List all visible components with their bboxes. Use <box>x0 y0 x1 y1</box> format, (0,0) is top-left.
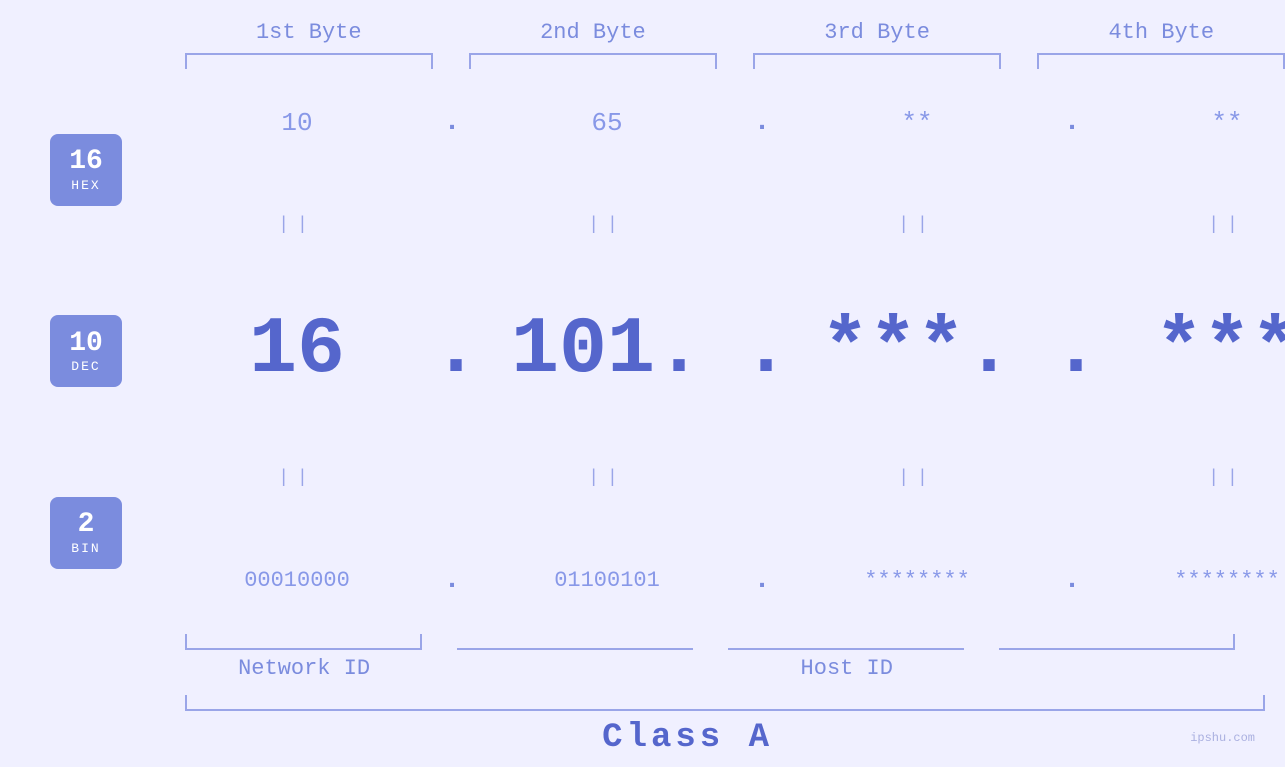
dec-b1: 16 <box>162 311 432 391</box>
hex-row: 10 . 65 . ** . ** <box>162 107 1285 138</box>
bin-badge-label: BIN <box>71 541 100 556</box>
dec-b4: *** <box>1092 311 1285 391</box>
byte-headers: 1st Byte 2nd Byte 3rd Byte 4th Byte <box>0 0 1285 45</box>
dec-b2: 101. <box>472 311 742 391</box>
hex-b3: ** <box>782 108 1052 138</box>
host-id-label: Host ID <box>459 656 1235 681</box>
byte1-header: 1st Byte <box>185 20 433 45</box>
hex-badge: 16 HEX <box>50 134 122 206</box>
bin-dot2: . <box>742 565 782 596</box>
bin-b2: 01100101 <box>472 568 742 593</box>
byte2-header: 2nd Byte <box>469 20 717 45</box>
bin-badge-num: 2 <box>78 510 95 541</box>
bottom-bracket-hostid <box>999 634 1235 650</box>
hex-b4: ** <box>1092 108 1285 138</box>
bin-b3: ******** <box>782 568 1052 593</box>
class-bracket <box>185 695 1265 711</box>
class-bracket-container <box>185 695 1235 711</box>
bracket-byte4 <box>1037 53 1285 69</box>
byte4-header: 4th Byte <box>1038 20 1285 45</box>
main-layout: 1st Byte 2nd Byte 3rd Byte 4th Byte 16 H… <box>0 0 1285 767</box>
badges-column: 16 HEX 10 DEC 2 BIN <box>50 69 122 634</box>
bracket-byte3 <box>753 53 1001 69</box>
bin-b1: 00010000 <box>162 568 432 593</box>
bin-dot1: . <box>432 565 472 596</box>
dec-row: 16 . 101. . ***. . *** <box>162 311 1285 391</box>
bin-badge: 2 BIN <box>50 497 122 569</box>
network-id-label: Network ID <box>185 656 423 681</box>
dec-badge: 10 DEC <box>50 315 122 387</box>
byte3-header: 3rd Byte <box>753 20 1001 45</box>
bottom-bracket-networkid <box>185 634 422 650</box>
bracket-byte2 <box>469 53 717 69</box>
dec-b3: ***. <box>782 311 1052 391</box>
bottom-labels: Network ID Host ID <box>185 656 1235 681</box>
bracket-byte1 <box>185 53 433 69</box>
hex-b1: 10 <box>162 108 432 138</box>
data-rows: 10 . 65 . ** . ** || || || || 16 <box>122 69 1285 634</box>
par-row-2: || || || || <box>162 468 1285 488</box>
hex-dot1: . <box>432 107 472 138</box>
class-label-row: Class A ipshu.com <box>185 719 1265 767</box>
hex-dot2: . <box>742 107 782 138</box>
dec-badge-num: 10 <box>69 329 103 360</box>
bin-dot3: . <box>1052 565 1092 596</box>
bin-row: 00010000 . 01100101 . ******** . *******… <box>162 565 1285 596</box>
top-brackets <box>0 53 1285 69</box>
class-label: Class A <box>185 719 1190 757</box>
bottom-brackets <box>185 634 1235 650</box>
dec-dot2: . <box>742 311 782 391</box>
bin-b4: ******** <box>1092 568 1285 593</box>
dec-badge-label: DEC <box>71 359 100 374</box>
dec-dot1: . <box>432 311 472 391</box>
bottom-section: Network ID Host ID Class A ipshu.com <box>0 634 1285 767</box>
hex-badge-num: 16 <box>69 147 103 178</box>
hex-dot3: . <box>1052 107 1092 138</box>
watermark: ipshu.com <box>1190 731 1265 745</box>
dec-dot3: . <box>1052 311 1092 391</box>
hex-badge-label: HEX <box>71 178 100 193</box>
hex-b2: 65 <box>472 108 742 138</box>
content-area: 16 HEX 10 DEC 2 BIN 10 . 65 . ** . <box>0 69 1285 634</box>
par-row-1: || || || || <box>162 215 1285 235</box>
